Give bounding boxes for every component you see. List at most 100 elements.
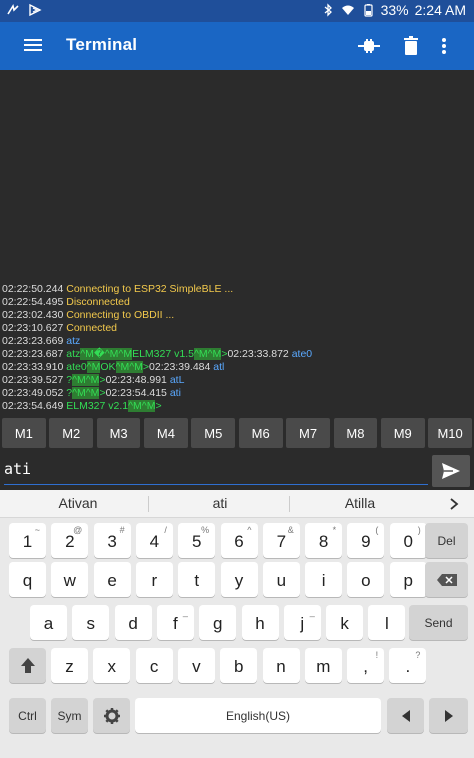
macro-button-m6[interactable]: M6	[238, 418, 283, 448]
key-q[interactable]: q	[9, 562, 46, 597]
key-alt-label: ^	[247, 525, 252, 535]
macro-button-m7[interactable]: M7	[286, 418, 330, 448]
key-s[interactable]: s	[72, 605, 110, 640]
clock: 2:24 AM	[414, 2, 466, 18]
key-alt-label: #	[119, 525, 125, 535]
key-label: y	[234, 570, 244, 590]
key-label: m	[316, 656, 331, 676]
key-r[interactable]: r	[135, 562, 173, 597]
cursor-right-key[interactable]	[429, 698, 468, 733]
bluetooth-icon	[324, 3, 332, 17]
key-6[interactable]: 6 ^	[220, 523, 258, 558]
key-v[interactable]: v	[177, 648, 215, 683]
key-o[interactable]: o	[347, 562, 385, 597]
suggestion-2[interactable]: ati	[150, 495, 290, 511]
key-t[interactable]: t	[178, 562, 216, 597]
terminal-output[interactable]: 02:22:50.244 Connecting to ESP32 SimpleB…	[0, 70, 474, 415]
key-a[interactable]: a	[30, 605, 67, 640]
suggestion-3[interactable]: Atilla	[290, 495, 430, 511]
macro-button-m5[interactable]: M5	[191, 418, 236, 448]
key-m[interactable]: m	[304, 648, 342, 683]
terminal-line: 02:23:10.627 Connected	[2, 322, 312, 335]
key-u[interactable]: u	[262, 562, 300, 597]
cursor-left-key[interactable]	[387, 698, 424, 733]
key-p[interactable]: p	[389, 562, 427, 597]
key-9[interactable]: 9(	[347, 523, 385, 558]
shift-button[interactable]	[9, 648, 46, 683]
key-1[interactable]: 1 ~	[9, 523, 46, 558]
send-icon	[442, 463, 460, 479]
key-alt-label: @	[73, 525, 83, 535]
settings-key[interactable]	[93, 698, 130, 733]
macro-button-m9[interactable]: M9	[380, 418, 425, 448]
terminal-text-tx: ate0	[291, 348, 313, 360]
key-x[interactable]: x	[93, 648, 131, 683]
connect-plug-icon[interactable]	[357, 34, 381, 58]
ctrl-key[interactable]: Ctrl	[9, 698, 46, 733]
key-n[interactable]: n	[262, 648, 300, 683]
sym-key[interactable]: Sym	[51, 698, 88, 733]
key-y[interactable]: y	[220, 562, 258, 597]
backspace-button[interactable]	[425, 562, 468, 597]
terminal-text-ts: 02:23:49.052	[2, 387, 67, 399]
trash-icon[interactable]	[399, 34, 423, 58]
menu-icon[interactable]	[22, 36, 48, 56]
terminal-text-tx: ati	[169, 387, 181, 399]
key-label: j	[300, 613, 305, 633]
key-label: b	[233, 656, 244, 676]
command-input[interactable]: ati	[4, 458, 428, 485]
macro-button-m2[interactable]: M2	[49, 418, 94, 448]
key-label: 8	[318, 531, 329, 551]
macro-button-m8[interactable]: M8	[333, 418, 378, 448]
send-key[interactable]: Send	[409, 605, 468, 640]
key-z[interactable]: z	[51, 648, 88, 683]
terminal-line: 02:23:33.910 ate0^MOK^M^M>02:23:39.484 a…	[2, 361, 312, 374]
key-i[interactable]: i	[305, 562, 343, 597]
key-8[interactable]: 8 *	[305, 523, 343, 558]
terminal-line: 02:23:23.687 atz^M�^M^MELM327 v1.5^M^M>0…	[2, 348, 312, 361]
key-alt-label: ?	[415, 650, 421, 660]
key-0[interactable]: 0)	[389, 523, 427, 558]
key-3[interactable]: 3 #	[93, 523, 131, 558]
key-label: x	[107, 656, 117, 676]
key-l[interactable]: l	[368, 605, 406, 640]
key-label: Sym	[57, 708, 82, 723]
macro-button-m10[interactable]: M10	[428, 418, 472, 448]
overflow-menu-icon[interactable]	[432, 34, 456, 58]
suggestion-1[interactable]: Ativan	[8, 495, 148, 511]
key-d[interactable]: d	[114, 605, 152, 640]
key-period[interactable]: .?	[389, 648, 427, 683]
key-comma[interactable]: ,!	[347, 648, 385, 683]
key-4[interactable]: 4/	[135, 523, 173, 558]
key-f[interactable]: f _	[156, 605, 194, 640]
key-g[interactable]: g	[199, 605, 237, 640]
delete-button[interactable]: Del	[425, 523, 468, 558]
terminal-text-ctl: ^M^M	[193, 348, 222, 360]
macro-button-m4[interactable]: M4	[144, 418, 188, 448]
key-label: n	[276, 656, 286, 676]
key-b[interactable]: b	[220, 648, 258, 683]
terminal-text-info: Connected	[66, 322, 118, 334]
key-label: e	[107, 570, 117, 590]
key-w[interactable]: w	[51, 562, 89, 597]
key-2[interactable]: 2 @	[51, 523, 89, 558]
key-h[interactable]: h	[241, 605, 279, 640]
key-7[interactable]: 7 &	[262, 523, 300, 558]
space-bar[interactable]: English(US)	[135, 698, 381, 733]
app-notification-icon	[29, 3, 42, 17]
macro-button-m3[interactable]: M3	[96, 418, 141, 448]
key-j[interactable]: j _	[283, 605, 321, 640]
macro-button-m1[interactable]: M1	[2, 418, 46, 448]
gear-icon	[103, 707, 120, 724]
terminal-line: 02:23:49.052 ?^M^M>02:23:54.415 ati	[2, 387, 312, 400]
soft-keyboard: Ativan ati Atilla 1 ~2 @3 #4/5% 6 ^ 7 & 8 * 9(0) De…	[0, 490, 474, 758]
key-label: English(US)	[225, 708, 291, 723]
key-k[interactable]: k	[326, 605, 364, 640]
send-button[interactable]	[432, 455, 470, 487]
terminal-text-ts: 02:23:48.991	[105, 374, 170, 386]
key-e[interactable]: e	[93, 562, 131, 597]
key-label: 1	[22, 531, 33, 551]
key-c[interactable]: c	[135, 648, 173, 683]
chevron-right-icon[interactable]	[448, 497, 460, 511]
key-5[interactable]: 5%	[178, 523, 216, 558]
